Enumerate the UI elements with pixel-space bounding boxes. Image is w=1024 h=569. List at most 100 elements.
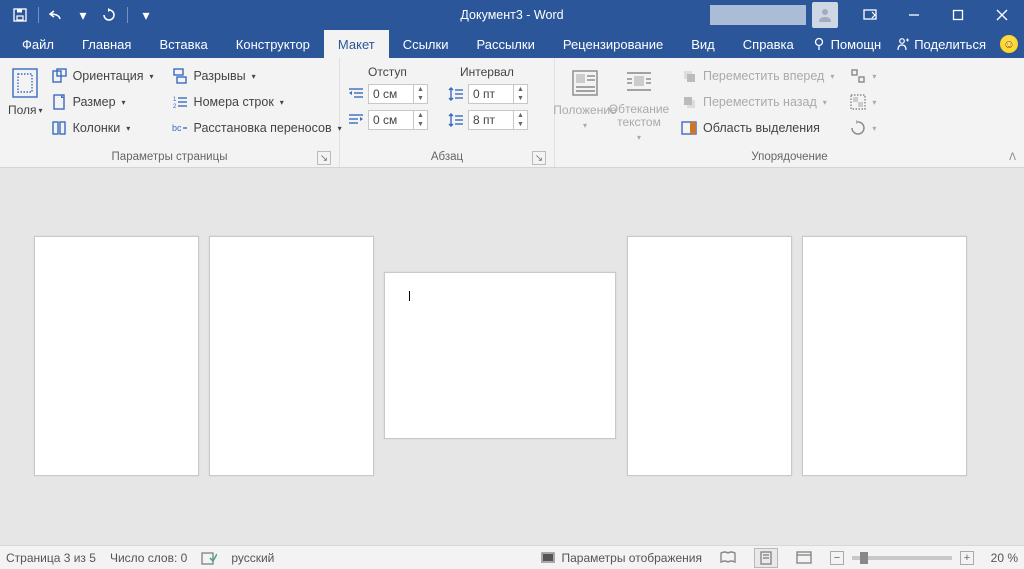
breaks-icon: [172, 68, 188, 84]
svg-text:bc: bc: [172, 123, 182, 133]
display-options[interactable]: Параметры отображения: [541, 551, 703, 565]
document-area[interactable]: [0, 168, 1024, 545]
space-after-icon: [448, 113, 464, 127]
tab-insert[interactable]: Вставка: [145, 30, 221, 58]
maximize-button[interactable]: [936, 0, 980, 30]
tab-view[interactable]: Вид: [677, 30, 729, 58]
proofing-icon[interactable]: [201, 551, 217, 565]
feedback-icon[interactable]: ☺: [1000, 35, 1018, 53]
indent-right-icon: [348, 113, 364, 127]
tab-file[interactable]: Файл: [8, 30, 68, 58]
tab-help[interactable]: Справка: [729, 30, 808, 58]
minimize-button[interactable]: [892, 0, 936, 30]
user-avatar[interactable]: [812, 2, 838, 28]
position-button: Положение▾: [563, 63, 607, 147]
page-thumb-5[interactable]: [802, 236, 967, 476]
group-arrange: Положение▾ Обтекание текстом▾ Переместит…: [555, 58, 1024, 167]
columns-button[interactable]: Колонки▾: [47, 117, 158, 139]
ribbon: Поля▾ Ориентация▾ Размер▾ Колонки▾ Разры…: [0, 58, 1024, 168]
window-controls: [710, 0, 1024, 30]
svg-text:2: 2: [173, 104, 177, 110]
tab-design[interactable]: Конструктор: [222, 30, 324, 58]
orientation-button[interactable]: Ориентация▾: [47, 65, 158, 87]
line-numbers-button[interactable]: 12Номера строк▾: [168, 91, 346, 113]
page-thumb-2[interactable]: [209, 236, 374, 476]
send-backward-button: Переместить назад▾: [677, 91, 838, 113]
page-indicator[interactable]: Страница 3 из 5: [6, 551, 96, 565]
redo-icon[interactable]: [97, 3, 121, 27]
print-layout-icon[interactable]: [754, 548, 778, 568]
read-mode-icon[interactable]: [716, 548, 740, 568]
language-indicator[interactable]: русский: [231, 551, 274, 565]
status-bar: Страница 3 из 5 Число слов: 0 русский Па…: [0, 545, 1024, 569]
group-caption: Абзац: [431, 151, 463, 163]
hyphenation-button[interactable]: bcРасстановка переносов▾: [168, 117, 346, 139]
zoom-level[interactable]: 20 %: [982, 551, 1018, 565]
selection-pane-button[interactable]: Область выделения: [677, 117, 838, 139]
web-layout-icon[interactable]: [792, 548, 816, 568]
zoom-out-button[interactable]: −: [830, 551, 844, 565]
title-bar: ▾ ▾ Документ3 - Word: [0, 0, 1024, 30]
collapse-ribbon-icon[interactable]: ᐱ: [1009, 152, 1016, 163]
position-icon: [569, 67, 601, 99]
page-setup-launcher[interactable]: ↘: [317, 151, 331, 165]
margins-icon: [9, 67, 41, 99]
tab-references[interactable]: Ссылки: [389, 30, 463, 58]
indent-right-field[interactable]: ▲▼: [368, 110, 428, 130]
tab-layout[interactable]: Макет: [324, 30, 389, 58]
ribbon-tabs: Файл Главная Вставка Конструктор Макет С…: [0, 30, 1024, 58]
zoom-control: − + 20 %: [830, 551, 1018, 565]
space-before-field[interactable]: ▲▼: [468, 84, 528, 104]
word-count[interactable]: Число слов: 0: [110, 551, 187, 565]
document-title: Документ3 - Word: [460, 8, 563, 22]
page-thumb-4[interactable]: [627, 236, 792, 476]
columns-icon: [51, 120, 67, 136]
paragraph-launcher[interactable]: ↘: [532, 151, 546, 165]
undo-icon[interactable]: [45, 3, 69, 27]
share-label: Поделиться: [914, 37, 986, 52]
send-backward-icon: [681, 94, 697, 110]
margins-button[interactable]: Поля▾: [8, 63, 43, 147]
indent-left-field[interactable]: ▲▼: [368, 84, 428, 104]
size-button[interactable]: Размер▾: [47, 91, 158, 113]
space-before-icon: [448, 87, 464, 101]
tab-home[interactable]: Главная: [68, 30, 145, 58]
align-icon: [850, 68, 866, 84]
breaks-button[interactable]: Разрывы▾: [168, 65, 346, 87]
size-icon: [51, 94, 67, 110]
group-page-setup: Поля▾ Ориентация▾ Размер▾ Колонки▾ Разры…: [0, 58, 340, 167]
qat-customize[interactable]: ▾: [134, 3, 158, 27]
group-caption: Упорядочение: [751, 151, 827, 163]
rotate-button: ▾: [846, 117, 880, 139]
user-name-placeholder: [710, 5, 806, 25]
group-caption: Параметры страницы: [112, 151, 228, 163]
page-thumb-1[interactable]: [34, 236, 199, 476]
tell-me[interactable]: Помощн: [812, 37, 882, 52]
rotate-icon: [850, 120, 866, 136]
selection-pane-icon: [681, 120, 697, 136]
wrap-text-icon: [623, 67, 655, 99]
wrap-text-button: Обтекание текстом▾: [607, 63, 671, 147]
zoom-in-button[interactable]: +: [960, 551, 974, 565]
orientation-icon: [51, 68, 67, 84]
save-icon[interactable]: [8, 3, 32, 27]
indent-label: Отступ: [368, 65, 452, 79]
indent-right-row: ▲▼: [348, 109, 428, 131]
space-before-row: ▲▼: [448, 83, 528, 105]
group-paragraph: Отступ Интервал ▲▼ ▲▼: [340, 58, 555, 167]
tab-mailings[interactable]: Рассылки: [462, 30, 548, 58]
page-thumb-3[interactable]: [384, 272, 616, 439]
undo-dropdown[interactable]: ▾: [71, 3, 95, 27]
quick-access-toolbar: ▾ ▾: [0, 3, 158, 27]
zoom-slider[interactable]: [852, 556, 952, 560]
line-numbers-icon: 12: [172, 94, 188, 110]
share-button[interactable]: Поделиться: [895, 37, 986, 52]
space-after-field[interactable]: ▲▼: [468, 110, 528, 130]
tab-review[interactable]: Рецензирование: [549, 30, 677, 58]
ribbon-options-icon[interactable]: [848, 0, 892, 30]
group-button: ▾: [846, 91, 880, 113]
spacing-label: Интервал: [460, 65, 514, 79]
text-cursor: [409, 291, 410, 301]
close-button[interactable]: [980, 0, 1024, 30]
hyphenation-icon: bc: [172, 120, 188, 136]
